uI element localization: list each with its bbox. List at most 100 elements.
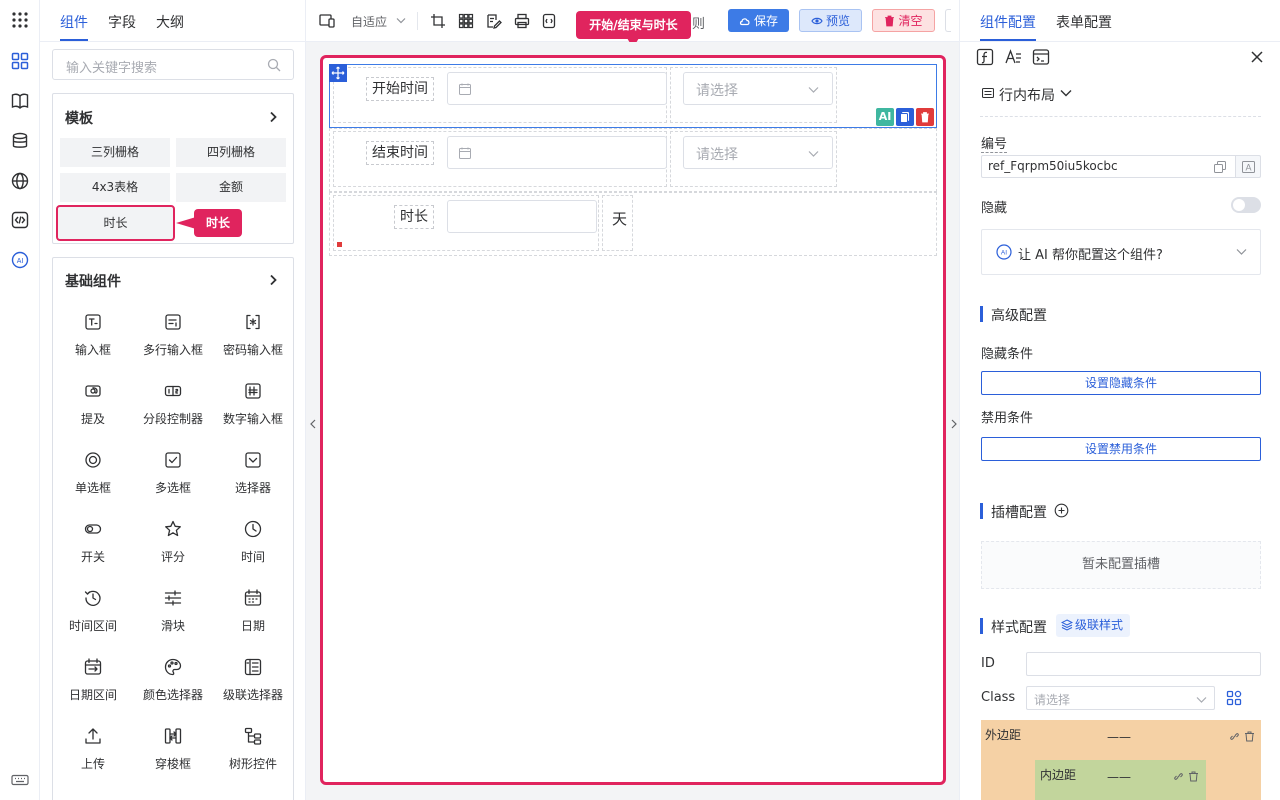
ai-icon[interactable]: AI — [9, 249, 31, 271]
grid-icon[interactable] — [458, 13, 474, 29]
trash-icon[interactable] — [1188, 771, 1199, 782]
copy-icon[interactable] — [1214, 161, 1226, 173]
collapse-left-icon[interactable] — [309, 418, 317, 430]
component-item-checkbox[interactable]: 多选框 — [133, 451, 213, 496]
switch-icon — [84, 524, 102, 534]
link-icon[interactable] — [1229, 731, 1240, 742]
cascade-style-button[interactable]: 级联样式 — [1056, 614, 1130, 637]
slot-empty: 暂未配置插槽 — [981, 541, 1261, 589]
chevron-right-icon[interactable] — [267, 111, 279, 123]
component-item-star[interactable]: 评分 — [133, 520, 213, 565]
tab-form-config[interactable]: 表单配置 — [1056, 12, 1112, 32]
search-input[interactable]: 输入关键字搜索 — [52, 49, 294, 80]
hidden-toggle[interactable] — [1231, 197, 1261, 213]
component-item-select[interactable]: 选择器 — [213, 451, 293, 496]
component-item-text-input[interactable]: 输入框 — [53, 313, 133, 358]
id-field-input[interactable] — [1026, 652, 1261, 676]
component-item-radio[interactable]: 单选框 — [53, 451, 133, 496]
component-item-calendar[interactable]: 日期 — [213, 589, 293, 634]
json-icon[interactable] — [542, 13, 558, 29]
component-item-time-range[interactable]: 时间区间 — [53, 589, 133, 634]
margin-top-value[interactable]: —— — [1107, 730, 1131, 744]
component-item-number-input[interactable]: 数字输入框 — [213, 382, 293, 427]
ai-prompt: 让 AI 帮你配置这个组件? — [1018, 248, 1163, 263]
chevron-down-icon[interactable] — [396, 17, 406, 25]
cloud-icon — [739, 17, 750, 25]
component-item-password[interactable]: 密码输入框 — [213, 313, 293, 358]
ai-icon: AI — [996, 244, 1012, 260]
component-label: 滑块 — [160, 619, 185, 633]
template-four-col[interactable]: 四列栅格 — [176, 138, 286, 167]
component-type[interactable]: 行内布局 — [999, 85, 1055, 105]
crop-icon[interactable] — [430, 13, 446, 29]
widgets-icon[interactable] — [9, 50, 31, 72]
text-style-icon[interactable] — [1004, 48, 1022, 66]
trash-icon[interactable] — [1244, 731, 1255, 742]
rules-partial-label[interactable]: 则 — [692, 13, 705, 32]
preview-label: 预览 — [825, 14, 850, 28]
padding-box[interactable]: 内边距 —— — [1035, 760, 1206, 800]
component-item-segmented[interactable]: 分段控制器 — [133, 382, 213, 427]
clear-button[interactable]: 清空 — [872, 9, 935, 32]
close-icon[interactable] — [1250, 50, 1264, 64]
component-item-transfer[interactable]: 穿梭框 — [133, 727, 213, 772]
ref-id-input[interactable]: ref_Fqrpm50iu5kocbc — [981, 155, 1236, 178]
chevron-down-icon[interactable] — [1060, 89, 1072, 98]
component-item-tree[interactable]: 树形控件 — [213, 727, 293, 772]
preview-button[interactable]: 预览 — [799, 9, 862, 32]
apps-grid-icon[interactable] — [9, 9, 31, 31]
layout-mode-select[interactable]: 自适应 — [351, 13, 387, 30]
component-item-palette[interactable]: 颜色选择器 — [133, 658, 213, 703]
component-item-switch[interactable]: 开关 — [53, 520, 133, 565]
transfer-icon — [164, 728, 182, 744]
highlight-frame — [320, 55, 946, 785]
set-disable-condition-button[interactable]: 设置禁用条件 — [981, 437, 1261, 461]
edit-doc-icon[interactable] — [486, 13, 502, 29]
template-three-col[interactable]: 三列栅格 — [60, 138, 170, 167]
component-label: 输入框 — [74, 343, 111, 357]
class-select[interactable]: 请选择 — [1026, 686, 1215, 710]
keyboard-icon[interactable] — [9, 769, 31, 791]
add-circle-icon[interactable] — [1054, 503, 1069, 518]
device-layout-icon[interactable] — [319, 13, 335, 29]
collapse-right-icon[interactable] — [950, 418, 958, 430]
code-window-icon[interactable] — [1032, 48, 1050, 66]
overflow-button[interactable] — [945, 9, 951, 32]
tab-fields[interactable]: 字段 — [108, 12, 136, 32]
component-item-cascader[interactable]: 级联选择器 — [213, 658, 293, 703]
link-icon[interactable] — [1173, 771, 1184, 782]
margin-label: 外边距 — [985, 728, 1022, 742]
tab-component-config[interactable]: 组件配置 — [980, 12, 1036, 32]
set-hide-condition-button[interactable]: 设置隐藏条件 — [981, 371, 1261, 395]
book-icon[interactable] — [9, 90, 31, 112]
margin-box[interactable]: 外边距 —— 内边距 —— — [981, 720, 1261, 800]
template-table[interactable]: 4x3表格 — [60, 173, 170, 202]
code-icon[interactable] — [9, 209, 31, 231]
ai-assist-panel[interactable]: AI 让 AI 帮你配置这个组件? — [981, 229, 1261, 275]
hide-condition-label: 隐藏条件 — [981, 347, 1034, 362]
component-item-date-range[interactable]: 日期区间 — [53, 658, 133, 703]
component-item-slider[interactable]: 滑块 — [133, 589, 213, 634]
tab-components[interactable]: 组件 — [60, 12, 88, 32]
database-icon[interactable] — [9, 130, 31, 152]
function-icon[interactable] — [976, 48, 994, 66]
component-item-upload[interactable]: 上传 — [53, 727, 133, 772]
chevron-right-icon[interactable] — [267, 274, 279, 286]
class-manage-icon[interactable] — [1226, 690, 1242, 706]
design-canvas-area: 开始时间 请选择 AI 结束时间 请选择 时长 天 — [306, 42, 959, 800]
trash-icon — [885, 15, 895, 26]
palette-icon — [164, 658, 182, 676]
component-item-mention[interactable]: 提及 — [53, 382, 133, 427]
print-icon[interactable] — [514, 13, 530, 29]
rename-button[interactable]: A — [1235, 155, 1261, 178]
padding-top-value[interactable]: —— — [1107, 770, 1131, 784]
globe-icon[interactable] — [9, 170, 31, 192]
calendar-icon — [244, 589, 262, 606]
save-button[interactable]: 保存 — [728, 9, 789, 32]
component-item-textarea[interactable]: 多行输入框 — [133, 313, 213, 358]
template-amount[interactable]: 金额 — [176, 173, 286, 202]
svg-text:AI: AI — [17, 258, 24, 265]
component-item-clock[interactable]: 时间 — [213, 520, 293, 565]
template-duration[interactable]: 时长 — [56, 205, 175, 241]
tab-outline[interactable]: 大纲 — [156, 12, 184, 32]
